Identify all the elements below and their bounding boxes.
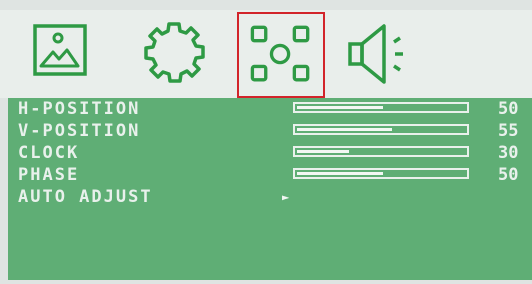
menu-item-clock[interactable]: CLOCK 30 [8,142,532,164]
audio-tab[interactable] [338,12,426,98]
menu-item-value: 50 [498,165,519,185]
slider-fill [297,128,392,131]
slider-fill [297,106,383,109]
position-icon [250,25,310,82]
menu-item-phase[interactable]: PHASE 50 [8,164,532,186]
menu-item-auto-adjust[interactable]: AUTO ADJUST ► [8,186,532,208]
phase-slider[interactable] [293,168,469,179]
osd-screen: H-POSITION 50 V-POSITION 55 CLOCK 30 PHA… [0,0,532,284]
h-position-slider[interactable] [293,102,469,113]
menu-item-label: AUTO ADJUST [18,187,153,207]
menu-icon-bar [0,10,532,98]
menu-item-h-position[interactable]: H-POSITION 50 [8,98,532,120]
picture-icon [33,24,87,76]
position-tab[interactable] [237,12,325,98]
osd-menu-panel: H-POSITION 50 V-POSITION 55 CLOCK 30 PHA… [8,98,532,280]
menu-item-label: H-POSITION [18,99,141,119]
settings-tab[interactable] [128,12,216,98]
menu-item-value: 50 [498,99,519,119]
menu-item-label: V-POSITION [18,121,141,141]
clock-slider[interactable] [293,146,469,157]
speaker-icon [348,24,403,84]
submenu-arrow-icon: ► [282,190,290,204]
slider-fill [297,172,383,175]
gear-icon [144,22,205,83]
slider-fill [297,150,349,153]
menu-item-v-position[interactable]: V-POSITION 55 [8,120,532,142]
menu-item-value: 30 [498,143,519,163]
menu-item-value: 55 [498,121,519,141]
picture-tab[interactable] [21,12,109,98]
menu-item-label: CLOCK [18,143,80,163]
v-position-slider[interactable] [293,124,469,135]
menu-item-label: PHASE [18,165,80,185]
